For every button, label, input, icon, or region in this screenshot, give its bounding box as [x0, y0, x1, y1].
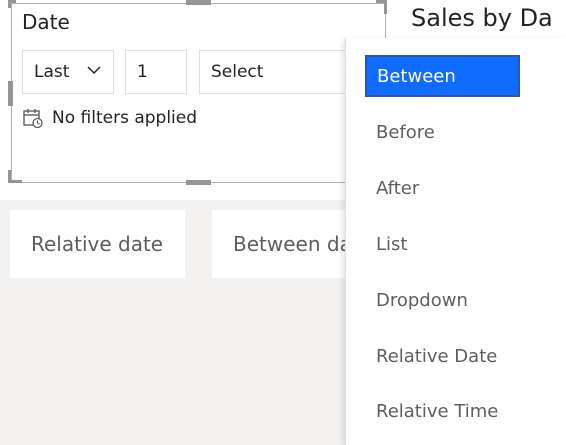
filter-status: No filters applied	[22, 107, 197, 129]
menu-item-label: Before	[376, 121, 435, 143]
period-unit-dropdown[interactable]: Select	[199, 50, 369, 94]
calendar-clock-icon	[22, 107, 44, 129]
resize-handle-left[interactable]	[8, 81, 13, 106]
card-label: Relative date	[31, 232, 164, 256]
menu-item-after[interactable]: After	[366, 167, 521, 209]
menu-item-label: Relative Date	[376, 345, 498, 367]
menu-item-relative-date[interactable]: Relative Date	[366, 335, 521, 377]
period-mode-dropdown[interactable]: Last	[22, 50, 114, 94]
card-label: Between da	[233, 232, 352, 256]
slicer-style-menu: Between Before After List Dropdown Relat…	[345, 38, 566, 445]
chevron-down-icon	[87, 66, 101, 75]
resize-handle-top-right-vertical[interactable]	[384, 0, 387, 14]
resize-handle-bottom[interactable]	[186, 180, 211, 185]
menu-item-relative-time[interactable]: Relative Time	[366, 390, 521, 432]
menu-item-list[interactable]: List	[366, 223, 521, 265]
menu-item-before[interactable]: Before	[366, 111, 521, 153]
menu-item-between[interactable]: Between	[365, 55, 520, 97]
period-count-value: 1	[137, 62, 148, 82]
relative-date-card[interactable]: Relative date	[10, 210, 185, 278]
menu-item-label: Dropdown	[376, 289, 468, 311]
resize-handle-bottom-left-vertical[interactable]	[8, 170, 11, 183]
resize-handle-top-left-vertical[interactable]	[8, 0, 11, 8]
resize-handle-top[interactable]	[186, 0, 211, 5]
menu-item-dropdown[interactable]: Dropdown	[366, 279, 521, 321]
menu-item-label: List	[376, 233, 408, 255]
slicer-title: Date	[22, 10, 70, 34]
menu-item-label: Between	[377, 65, 456, 87]
period-mode-value: Last	[34, 62, 70, 82]
filter-status-text: No filters applied	[52, 108, 198, 128]
menu-item-label: Relative Time	[376, 400, 499, 422]
period-count-input[interactable]: 1	[125, 50, 187, 94]
period-unit-placeholder: Select	[211, 62, 264, 82]
menu-item-label: After	[376, 177, 420, 199]
chart-title: Sales by Da	[411, 4, 553, 32]
